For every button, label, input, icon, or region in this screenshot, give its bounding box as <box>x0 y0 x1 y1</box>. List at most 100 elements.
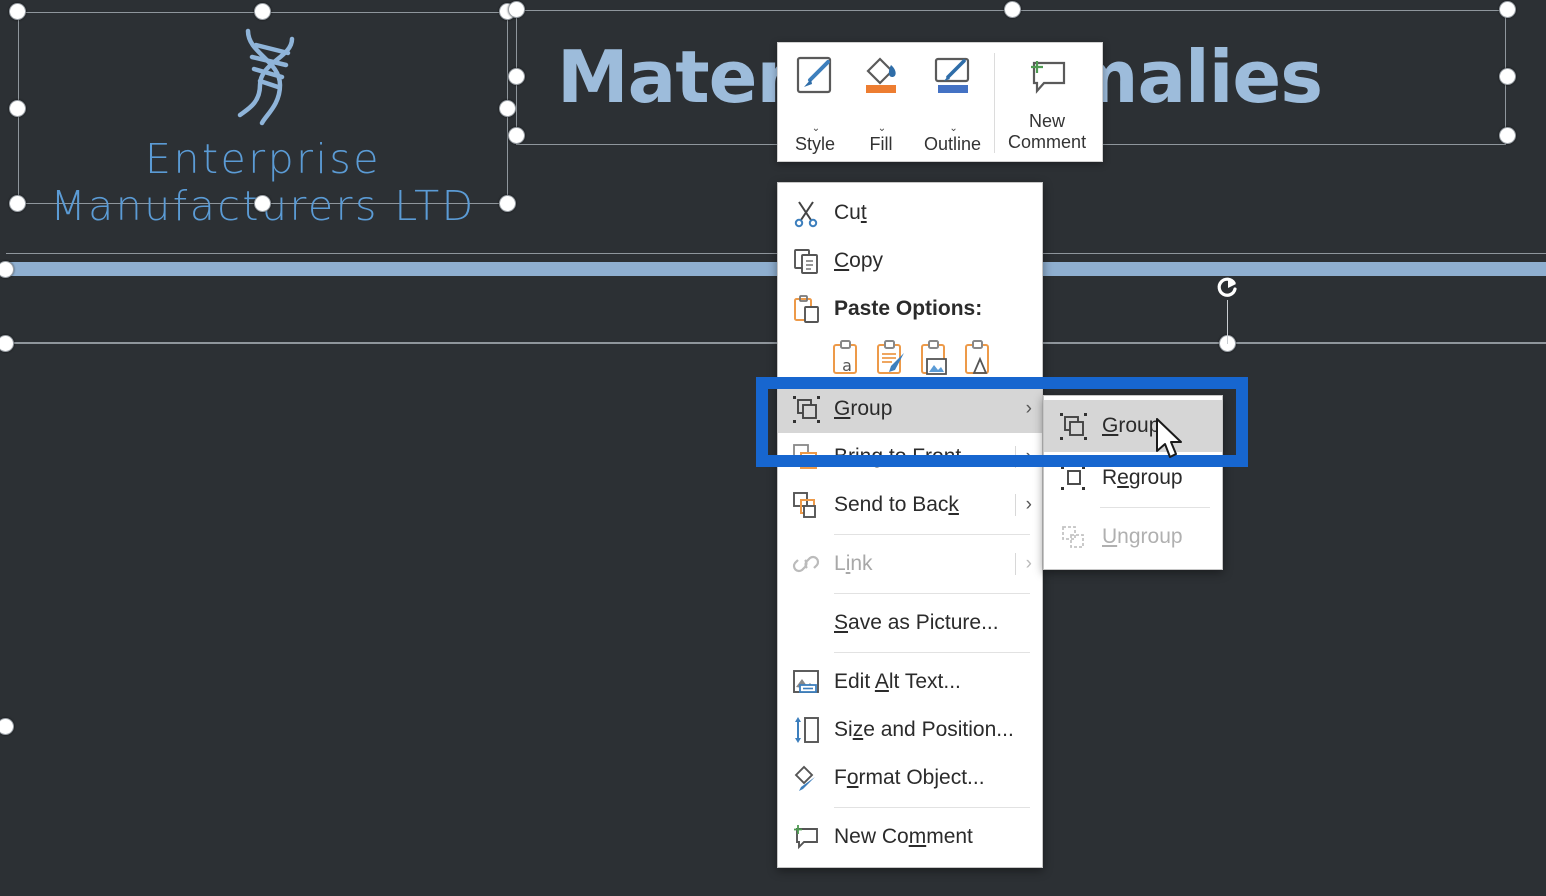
context-menu-item-size-and-position-label: Size and Position... <box>834 718 1014 741</box>
mini-toolbar-style-label: Style <box>794 134 836 155</box>
logo-handle-bl[interactable] <box>9 195 26 212</box>
regroup-icon <box>1044 463 1102 493</box>
context-menu-item-copy[interactable]: Copy <box>778 237 1042 285</box>
divider-handle-right[interactable] <box>0 335 14 352</box>
title-handle-bl[interactable] <box>508 127 525 144</box>
title-handle-mr[interactable] <box>1499 68 1516 85</box>
submenu-item-group-label: Group <box>1102 414 1161 437</box>
context-menu-item-link-label: Link <box>834 552 873 575</box>
context-menu-separator-4 <box>834 807 1030 808</box>
submenu-item-regroup[interactable]: Regroup <box>1044 452 1222 504</box>
context-menu-item-new-comment-label: New Comment <box>834 825 973 848</box>
logo-placeholder[interactable]: Enterprise Manufacturers LTD <box>18 12 508 227</box>
format-object-icon <box>778 763 834 793</box>
paste-options-row[interactable]: a <box>778 333 1042 385</box>
bring-to-front-icon <box>778 442 834 472</box>
link-icon <box>778 549 834 579</box>
context-menu-separator-3 <box>834 652 1030 653</box>
group-icon <box>778 394 834 424</box>
title-handle-tm[interactable] <box>1004 1 1021 18</box>
send-to-back-icon <box>778 490 834 520</box>
rotation-handle[interactable] <box>1213 274 1241 302</box>
chevron-right-icon: › <box>1025 398 1032 419</box>
group-icon <box>1044 411 1102 441</box>
slide-canvas[interactable]: Enterprise Manufacturers LTD Material An… <box>0 0 1546 896</box>
logo-content: Enterprise Manufacturers LTD <box>19 13 507 227</box>
alt-text-icon <box>778 667 834 697</box>
context-menu-item-link: Link › <box>778 540 1042 588</box>
mini-toolbar-style-button[interactable]: ⌄ Style <box>782 49 848 157</box>
context-menu-item-send-to-back-label: Send to Back <box>834 493 959 516</box>
shape-style-icon <box>792 53 838 103</box>
title-handle-tr[interactable] <box>1499 1 1516 18</box>
logo-handle-ml[interactable] <box>9 100 26 117</box>
shape-outline-icon <box>930 53 976 103</box>
logo-handle-mr[interactable] <box>499 100 516 117</box>
content-placeholder-lower-edge <box>6 343 1546 344</box>
title-handle-br[interactable] <box>1499 127 1516 144</box>
new-comment-small-icon <box>778 822 834 852</box>
group-submenu[interactable]: Group Regroup Ungroup <box>1043 395 1223 570</box>
rotation-handle-stem <box>1227 300 1228 344</box>
logo-line1: Enterprise <box>145 135 381 183</box>
context-menu-item-copy-label: Copy <box>834 249 884 272</box>
scissors-icon <box>778 198 834 228</box>
dna-helix-icon <box>218 23 308 133</box>
shape-fill-icon <box>858 53 904 103</box>
logo-handle-bm[interactable] <box>254 195 271 212</box>
mini-toolbar[interactable]: ⌄ Style ⌄ Fill ⌄ Outline New Comment <box>777 42 1103 162</box>
context-menu-item-save-as-picture[interactable]: Save as Picture... <box>778 599 1042 647</box>
context-menu-item-bring-to-front[interactable]: Bring to Front › <box>778 433 1042 481</box>
chevron-right-icon: › <box>1014 446 1032 468</box>
submenu-item-ungroup-label: Ungroup <box>1102 525 1183 548</box>
mini-toolbar-separator <box>994 53 996 153</box>
submenu-separator <box>1100 507 1210 508</box>
mini-toolbar-outline-label: Outline <box>924 134 982 155</box>
paste-text-only-icon[interactable] <box>962 339 996 379</box>
context-menu-item-paste-options: Paste Options: <box>778 285 1042 333</box>
chevron-right-icon: › <box>1014 494 1032 516</box>
paste-picture-icon[interactable] <box>918 339 952 379</box>
context-menu-item-save-as-picture-label: Save as Picture... <box>834 611 999 634</box>
logo-handle-br[interactable] <box>499 195 516 212</box>
logo-handle-tl[interactable] <box>9 3 26 20</box>
title-handle-ml[interactable] <box>508 68 525 85</box>
svg-text:a: a <box>842 356 852 375</box>
new-comment-icon <box>1024 53 1070 111</box>
chevron-down-icon[interactable]: ⌄ <box>812 123 820 134</box>
context-menu[interactable]: Cut Copy Paste Options: a Group › Bring … <box>777 182 1043 868</box>
context-menu-item-send-to-back[interactable]: Send to Back › <box>778 481 1042 529</box>
context-menu-item-cut[interactable]: Cut <box>778 189 1042 237</box>
chevron-down-icon[interactable]: ⌄ <box>878 123 886 134</box>
context-menu-item-cut-label: Cut <box>834 201 867 224</box>
context-menu-item-bring-to-front-label: Bring to Front <box>834 445 962 468</box>
new-comment-label-line1: New <box>1029 111 1066 131</box>
divider-bar[interactable] <box>6 262 1546 276</box>
context-menu-item-new-comment[interactable]: New Comment <box>778 813 1042 861</box>
divider-handle-bottom-left[interactable] <box>0 718 14 735</box>
mini-toolbar-new-comment-button[interactable]: New Comment <box>998 49 1096 157</box>
context-menu-item-format-object-label: Format Object... <box>834 766 985 789</box>
context-menu-separator-2 <box>834 593 1030 594</box>
mini-toolbar-new-comment-label: New Comment <box>1008 111 1086 152</box>
size-position-icon <box>778 715 834 745</box>
mini-toolbar-fill-label: Fill <box>869 134 893 155</box>
copy-icon <box>778 246 834 276</box>
context-menu-item-format-object[interactable]: Format Object... <box>778 754 1042 802</box>
submenu-item-group[interactable]: Group <box>1044 400 1222 452</box>
paste-text-icon[interactable]: a <box>830 339 864 379</box>
chevron-right-icon: › <box>1014 553 1032 575</box>
chevron-down-icon[interactable]: ⌄ <box>949 123 957 134</box>
context-menu-item-edit-alt-text-label: Edit Alt Text... <box>834 670 961 693</box>
paste-icon <box>778 294 834 324</box>
context-menu-item-paste-options-label: Paste Options: <box>834 297 983 320</box>
paste-formatting-icon[interactable] <box>874 339 908 379</box>
ungroup-icon <box>1044 522 1102 552</box>
mini-toolbar-fill-button[interactable]: ⌄ Fill <box>848 49 914 157</box>
context-menu-item-group[interactable]: Group › <box>778 385 1042 433</box>
context-menu-item-size-and-position[interactable]: Size and Position... <box>778 706 1042 754</box>
context-menu-item-edit-alt-text[interactable]: Edit Alt Text... <box>778 658 1042 706</box>
title-handle-tl[interactable] <box>508 1 525 18</box>
logo-handle-tm[interactable] <box>254 3 271 20</box>
mini-toolbar-outline-button[interactable]: ⌄ Outline <box>914 49 991 157</box>
